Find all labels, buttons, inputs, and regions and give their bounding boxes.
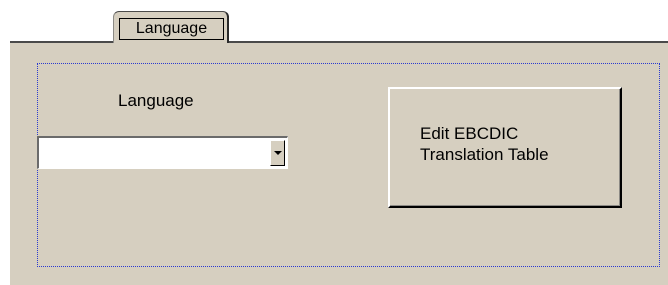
tab-language[interactable]: Language bbox=[113, 11, 229, 43]
tab-language-label[interactable]: Language bbox=[119, 18, 224, 40]
language-dropdown-button[interactable] bbox=[270, 140, 285, 166]
language-select[interactable] bbox=[37, 136, 288, 169]
chevron-down-icon bbox=[274, 151, 282, 155]
edit-ebcdic-button-label: Edit EBCDIC Translation Table bbox=[420, 124, 549, 164]
edit-ebcdic-translation-table-button[interactable]: Edit EBCDIC Translation Table bbox=[388, 87, 622, 208]
language-label: Language bbox=[118, 91, 194, 110]
